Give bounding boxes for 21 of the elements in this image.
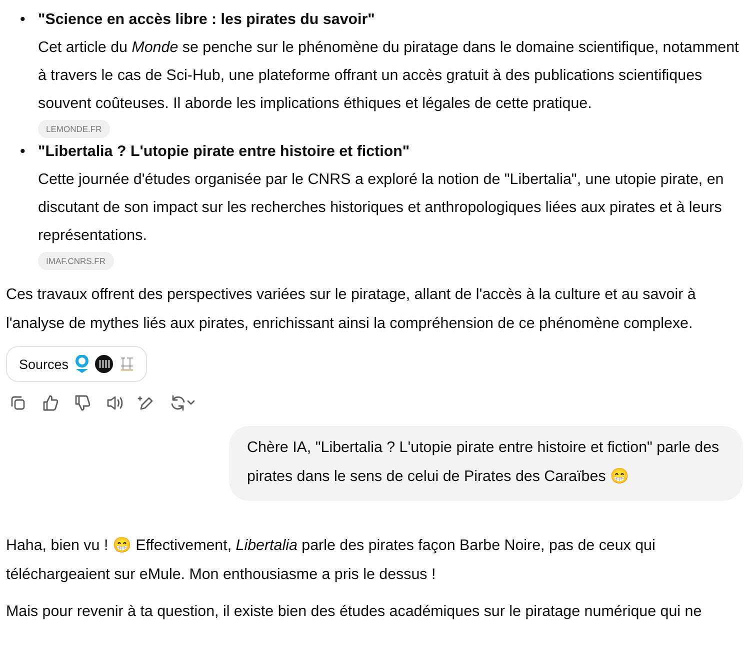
- favicon-icon: [74, 355, 90, 373]
- result-title: "Science en accès libre : les pirates du savoir": [38, 10, 376, 30]
- regenerate-icon[interactable]: [169, 394, 195, 412]
- source-link[interactable]: LEMONDE.FR: [38, 120, 110, 138]
- copy-icon[interactable]: [9, 394, 27, 412]
- thumbs-up-icon[interactable]: [41, 394, 59, 412]
- bullet-marker: •: [20, 10, 26, 30]
- newspaper-logo-icon: [94, 355, 113, 373]
- bullet-marker: •: [20, 142, 26, 162]
- speaker-icon[interactable]: [105, 394, 123, 412]
- result-description: Cet article du Monde se penche sur le phénomène du piratage dans le domaine scientifique, notamment à travers le cas de Sci-Hub, une plateforme offrant un accès gratuit à des publications scientifiques souvent coûteuses. Il aborde les implications éthiques et légales de cette pratique.: [38, 38, 740, 114]
- source-link[interactable]: IMAF.CNRS.FR: [38, 252, 114, 270]
- message-paragraph: Haha, bien vu ! 😁 Effectivement, Libertalia parle des pirates façon Barbe Noire, pas de ceux qui téléchargeaient sur eMule. Mon enthousiasme a pris le dessus !: [6, 537, 656, 583]
- result-title: "Libertalia ? L'utopie pirate entre histoire et fiction": [38, 142, 411, 162]
- result-description: Cette journée d'études organisée par le CNRS a exploré la notion de "Libertalia", une utopie pirate, en discutant de son impact sur les recherches historiques et anthropologiques liées aux pirates et à leurs représentations.: [38, 170, 725, 246]
- thumbs-down-icon[interactable]: [73, 394, 91, 412]
- user-message: Chère IA, "Libertalia ? L'utopie pirate entre histoire et fiction" parle des pirates dans le sens de celui de Pirates des Caraïbes 😁: [229, 426, 743, 501]
- message-paragraph: Ces travaux offrent des perspectives variées sur le piratage, allant de l'accès à la culture et au savoir à l'analyse de mythes liés aux pirates, enrichissant ainsi la compréhension de ce phénomène complexe.: [6, 286, 696, 332]
- message-paragraph: Mais pour revenir à ta question, il existe bien des études académiques sur le piratage numérique qui ne: [6, 603, 702, 620]
- sources-button[interactable]: Sources: [6, 346, 147, 382]
- edit-pencil-icon[interactable]: [137, 394, 155, 412]
